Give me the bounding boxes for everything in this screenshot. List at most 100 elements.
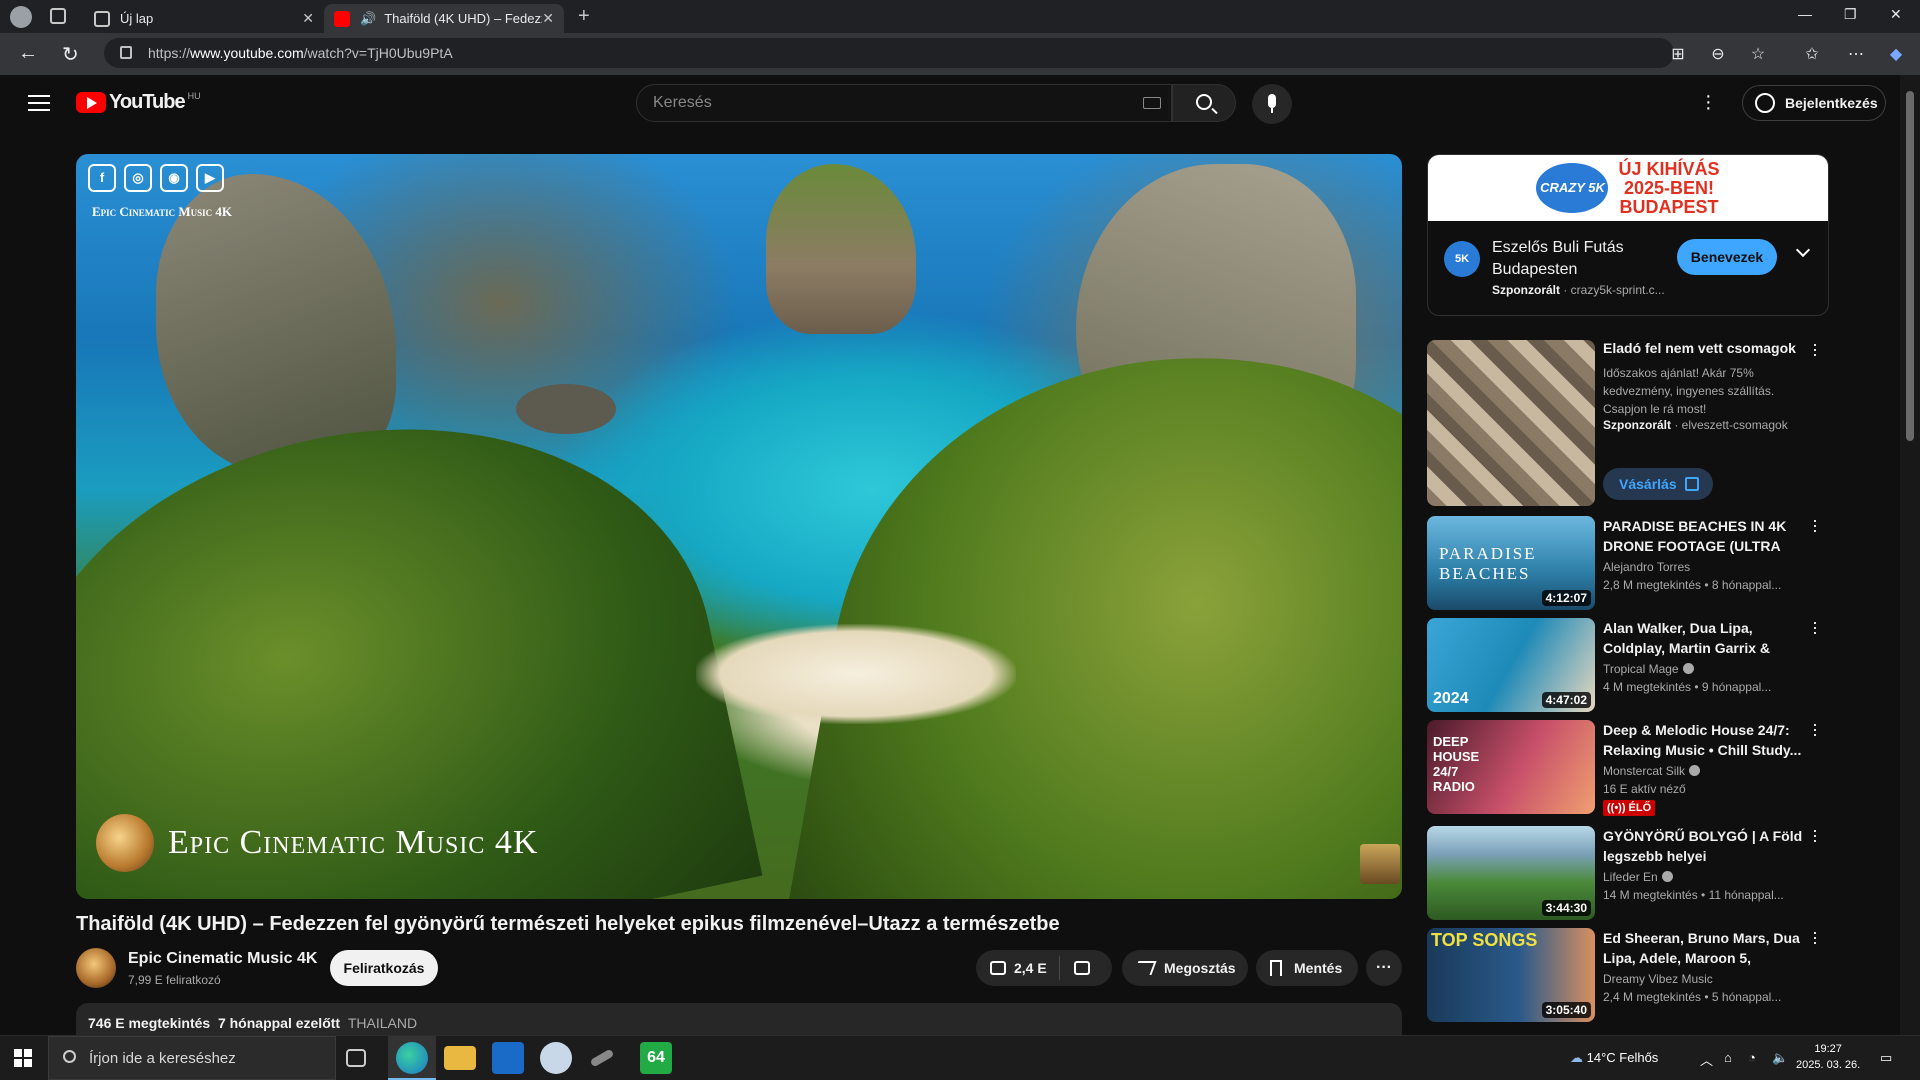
shopping-ad-thumbnail[interactable] — [1427, 340, 1595, 506]
video-thumbnail[interactable]: 3:44:30 — [1427, 826, 1595, 920]
ad-title[interactable]: Eszelős Buli Futás Budapesten — [1492, 237, 1672, 281]
more-options-icon[interactable]: · · · — [1812, 821, 1818, 849]
shopping-ad-meta: Szponzorált · elveszett-csomagok — [1603, 418, 1788, 432]
tab-actions-icon[interactable] — [50, 8, 66, 24]
lock-icon[interactable] — [120, 46, 132, 59]
app-icon[interactable] — [540, 1042, 572, 1074]
video-thumbnail[interactable]: 2024 4:47:02 — [1427, 618, 1595, 712]
youtube-logo[interactable]: YouTube HU — [76, 91, 201, 114]
outlook-icon[interactable] — [492, 1042, 524, 1074]
back-icon[interactable]: ← — [18, 42, 38, 65]
channel-branding-icon[interactable] — [1360, 844, 1400, 884]
video-thumbnail[interactable]: TOP SONGS 3:05:40 — [1427, 928, 1595, 1022]
system-clock[interactable]: 19:27 2025. 03. 26. — [1796, 1041, 1860, 1073]
pen-tool-icon[interactable] — [589, 1048, 615, 1068]
recommended-video[interactable]: DEEP HOUSE 24/7 RADIO Deep & Melodic Hou… — [1427, 715, 1829, 816]
tray-chevron-icon[interactable]: ︿ — [1700, 1050, 1713, 1069]
address-bar[interactable]: https://www.youtube.com/watch?v=TjH0Ubu9… — [104, 38, 1674, 68]
edge-browser-icon[interactable] — [396, 1042, 428, 1074]
video-thumbnail[interactable]: PARADISE BEACHES 4:12:07 — [1427, 516, 1595, 610]
ad-banner[interactable]: CRAZY 5K ÚJ KIHÍVÁS 2025-BEN! BUDAPEST — [1428, 155, 1828, 221]
speaker-icon[interactable]: 🔊 — [360, 11, 376, 27]
more-options-icon[interactable]: · · · — [1812, 923, 1818, 951]
subscribe-button[interactable]: Feliratkozás — [330, 950, 438, 986]
task-view-icon[interactable] — [346, 1049, 366, 1067]
video-player[interactable]: f ◎ ◉ ▶ Epic Cinematic Music 4K Epic Cin… — [76, 154, 1402, 899]
social-icons: f ◎ ◉ ▶ — [88, 164, 224, 192]
close-window-icon[interactable]: ✕ — [1890, 6, 1902, 23]
ad-banner-line1: ÚJ KIHÍVÁS — [1618, 158, 1720, 179]
wifi-icon[interactable]: ◔ — [1748, 1050, 1756, 1065]
favorites-icon[interactable]: ✩ — [1802, 44, 1822, 64]
recommended-video[interactable]: 3:44:30 GYÖNYÖRŰ BOLYGÓ | A Föld legszeb… — [1427, 821, 1829, 922]
taskbar-search-input[interactable]: Írjon ide a kereséshez — [48, 1036, 336, 1080]
channel-name[interactable]: Epic Cinematic Music 4K — [128, 950, 317, 968]
new-tab-button[interactable]: + — [578, 5, 590, 28]
sponsored-ad-card[interactable]: CRAZY 5K ÚJ KIHÍVÁS 2025-BEN! BUDAPEST 5… — [1427, 154, 1829, 316]
channel-name[interactable]: Tropical Mage — [1603, 662, 1694, 676]
recommended-video[interactable]: TOP SONGS 3:05:40 Ed Sheeran, Bruno Mars… — [1427, 923, 1829, 1024]
recommended-video[interactable]: 2024 4:47:02 Alan Walker, Dua Lipa, Cold… — [1427, 613, 1829, 714]
profile-avatar[interactable] — [10, 6, 32, 28]
close-tab-icon[interactable]: ✕ — [302, 10, 314, 27]
channel-name[interactable]: Lifeder En — [1603, 870, 1673, 884]
shopping-ad[interactable]: Eladó fel nem vett csomagok Időszakos aj… — [1427, 335, 1829, 510]
more-options-icon[interactable]: · · · — [1812, 335, 1818, 363]
voice-search-mic-icon[interactable] — [1252, 84, 1292, 124]
more-options-icon[interactable]: · · · — [1812, 715, 1818, 743]
dislike-button[interactable] — [1060, 961, 1104, 975]
scrollbar-thumb[interactable] — [1906, 91, 1914, 441]
save-button[interactable]: Mentés — [1256, 950, 1358, 986]
channel-avatar[interactable] — [76, 948, 116, 988]
signin-button[interactable]: Bejelentkezés — [1742, 85, 1886, 121]
more-options-icon[interactable]: · · · — [1812, 511, 1818, 539]
apps-icon[interactable]: ⊞ — [1668, 44, 1688, 64]
settings-more-icon[interactable]: ⋯ — [1846, 44, 1866, 64]
share-button[interactable]: Megosztás — [1122, 950, 1248, 986]
restore-icon[interactable]: ❐ — [1844, 6, 1857, 23]
weather-widget[interactable]: ☁ 14°C Felhős — [1570, 1050, 1658, 1066]
video-title[interactable]: Alan Walker, Dua Lipa, Coldplay, Martin … — [1603, 618, 1803, 658]
video-title[interactable]: Deep & Melodic House 24/7: Relaxing Musi… — [1603, 720, 1803, 760]
settings-kebab-icon[interactable]: · · · — [1705, 86, 1712, 118]
country-code: HU — [187, 90, 201, 101]
channel-name[interactable]: Monstercat Silk — [1603, 764, 1701, 778]
minimize-icon[interactable]: — — [1798, 6, 1812, 22]
shop-button[interactable]: Vásárlás — [1603, 468, 1713, 500]
tab-youtube[interactable]: 🔊 Thaiföld (4K UHD) – Fedezzen ✕ — [324, 4, 564, 33]
windows-start-icon[interactable] — [14, 1049, 32, 1067]
video-title[interactable]: Ed Sheeran, Bruno Mars, Dua Lipa, Adele,… — [1603, 928, 1803, 968]
hashtag[interactable]: THAILAND — [348, 1015, 417, 1031]
app-64-icon[interactable]: 64 — [640, 1042, 672, 1074]
keyboard-icon[interactable] — [1143, 97, 1161, 109]
more-options-icon[interactable]: · · · — [1812, 613, 1818, 641]
video-title[interactable]: GYÖNYÖRŰ BOLYGÓ | A Föld legszebb helyei — [1603, 826, 1803, 866]
scene-rock-center — [766, 164, 916, 334]
notification-icon[interactable]: ▭ — [1880, 1050, 1892, 1066]
favorite-star-icon[interactable]: ☆ — [1748, 44, 1768, 64]
channel-name[interactable]: Dreamy Vibez Music — [1603, 972, 1713, 986]
channel-name[interactable]: Alejandro Torres — [1603, 560, 1690, 574]
volume-icon[interactable]: 🔈 — [1772, 1050, 1788, 1066]
reload-icon[interactable]: ↻ — [62, 42, 79, 67]
search-button[interactable] — [1172, 84, 1236, 122]
tracking-icon[interactable]: ⊖ — [1708, 44, 1728, 64]
recommended-video[interactable]: PARADISE BEACHES 4:12:07 PARADISE BEACHE… — [1427, 511, 1829, 612]
chevron-down-icon[interactable] — [1795, 242, 1811, 258]
video-thumbnail[interactable]: DEEP HOUSE 24/7 RADIO — [1427, 720, 1595, 814]
hamburger-menu-icon[interactable] — [28, 95, 50, 111]
more-actions-button[interactable]: ··· — [1366, 950, 1402, 986]
tab-new[interactable]: Új lap ✕ — [84, 4, 324, 33]
page-scrollbar[interactable] — [1900, 75, 1920, 1035]
shopping-ad-title[interactable]: Eladó fel nem vett csomagok — [1603, 340, 1796, 356]
like-button[interactable]: 2,4 E — [976, 956, 1060, 980]
copilot-icon[interactable]: ◆ — [1886, 44, 1906, 64]
video-duration: 4:47:02 — [1541, 692, 1591, 708]
network-icon[interactable]: ⌂ — [1724, 1050, 1732, 1065]
video-title[interactable]: PARADISE BEACHES IN 4K DRONE FOOTAGE (UL… — [1603, 516, 1803, 556]
search-input[interactable]: Keresés — [636, 84, 1172, 122]
file-explorer-icon[interactable] — [444, 1046, 476, 1070]
instagram-icon: ◎ — [124, 164, 152, 192]
close-tab-icon[interactable]: ✕ — [542, 10, 554, 27]
ad-cta-button[interactable]: Benevezek — [1677, 239, 1777, 275]
